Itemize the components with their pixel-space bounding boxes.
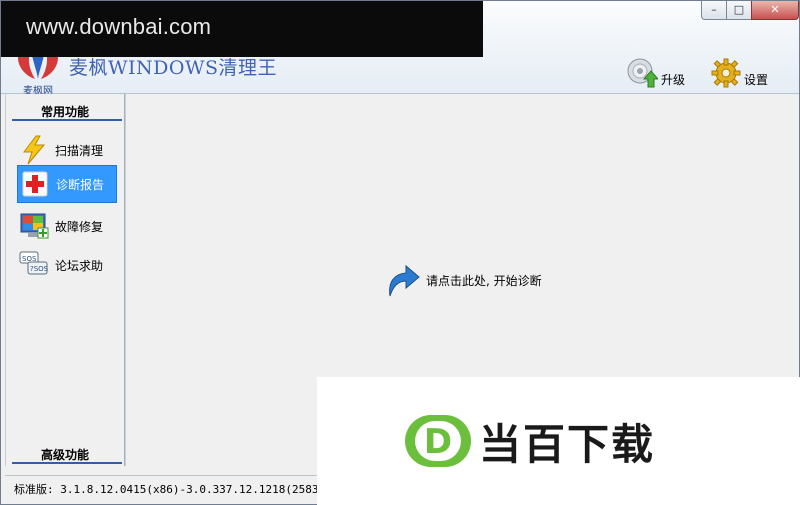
advanced-functions-divider xyxy=(12,462,122,464)
d-logo-icon: D xyxy=(405,415,471,467)
watermark-overlay: D 当百下载 xyxy=(317,377,800,505)
common-functions-title: 常用功能 xyxy=(40,105,89,119)
medical-cross-icon xyxy=(22,171,48,197)
diagnose-prompt: 请点击此处, 开始诊断 xyxy=(426,273,542,288)
overlay-text: 当百下载 xyxy=(479,420,656,469)
lightning-icon xyxy=(23,135,46,165)
logo-letter: D xyxy=(424,422,452,462)
close-icon: ✕ xyxy=(770,3,780,16)
sidebar-item-forum-help[interactable]: SOS ?SOS 论坛求助 xyxy=(17,247,115,283)
app-brand-title: 麦枫WINDOWS清理王 xyxy=(69,57,278,79)
upgrade-button[interactable]: 升级 xyxy=(626,56,685,90)
curved-arrow-icon xyxy=(389,264,420,297)
watermark-text: www.downbai.com xyxy=(26,14,212,39)
maximize-icon: □ xyxy=(733,3,745,16)
watermark-bar: www.downbai.com xyxy=(1,1,483,57)
upgrade-label: 升级 xyxy=(661,72,686,87)
sidebar-item-diagnose-report[interactable]: 诊断报告 xyxy=(17,165,117,203)
sidebar: 常用功能 扫描清理 诊断报告 故障修复 SOS ?SOS 论坛求助 高级功能 xyxy=(5,94,125,466)
sidebar-item-label: 故障修复 xyxy=(55,219,104,234)
common-functions-divider xyxy=(12,119,122,121)
sidebar-item-fault-repair[interactable]: 故障修复 xyxy=(17,208,115,244)
close-button[interactable]: ✕ xyxy=(751,1,799,20)
app-header: 麦枫网 麦枫WINDOWS清理王 www.downbai.com – □ ✕ 升… xyxy=(1,1,799,97)
sidebar-item-label: 诊断报告 xyxy=(56,177,105,192)
advanced-functions-title: 高级功能 xyxy=(40,448,89,462)
sidebar-item-scan-clean[interactable]: 扫描清理 xyxy=(17,132,115,168)
sidebar-item-label: 论坛求助 xyxy=(55,258,104,273)
settings-button[interactable]: 设置 xyxy=(711,56,768,90)
sidebar-item-label: 扫描清理 xyxy=(55,143,104,158)
svg-text:?SOS: ?SOS xyxy=(30,265,49,273)
gear-icon xyxy=(711,58,741,88)
minimize-icon: – xyxy=(711,3,717,16)
minimize-button[interactable]: – xyxy=(701,1,727,20)
sos-bubble-icon: SOS ?SOS xyxy=(19,251,49,275)
settings-label: 设置 xyxy=(744,72,769,87)
maximize-button[interactable]: □ xyxy=(726,1,752,20)
disc-upgrade-icon xyxy=(627,58,658,88)
monitor-repair-icon xyxy=(20,213,49,239)
start-diagnose-link[interactable]: 请点击此处, 开始诊断 xyxy=(382,260,542,300)
